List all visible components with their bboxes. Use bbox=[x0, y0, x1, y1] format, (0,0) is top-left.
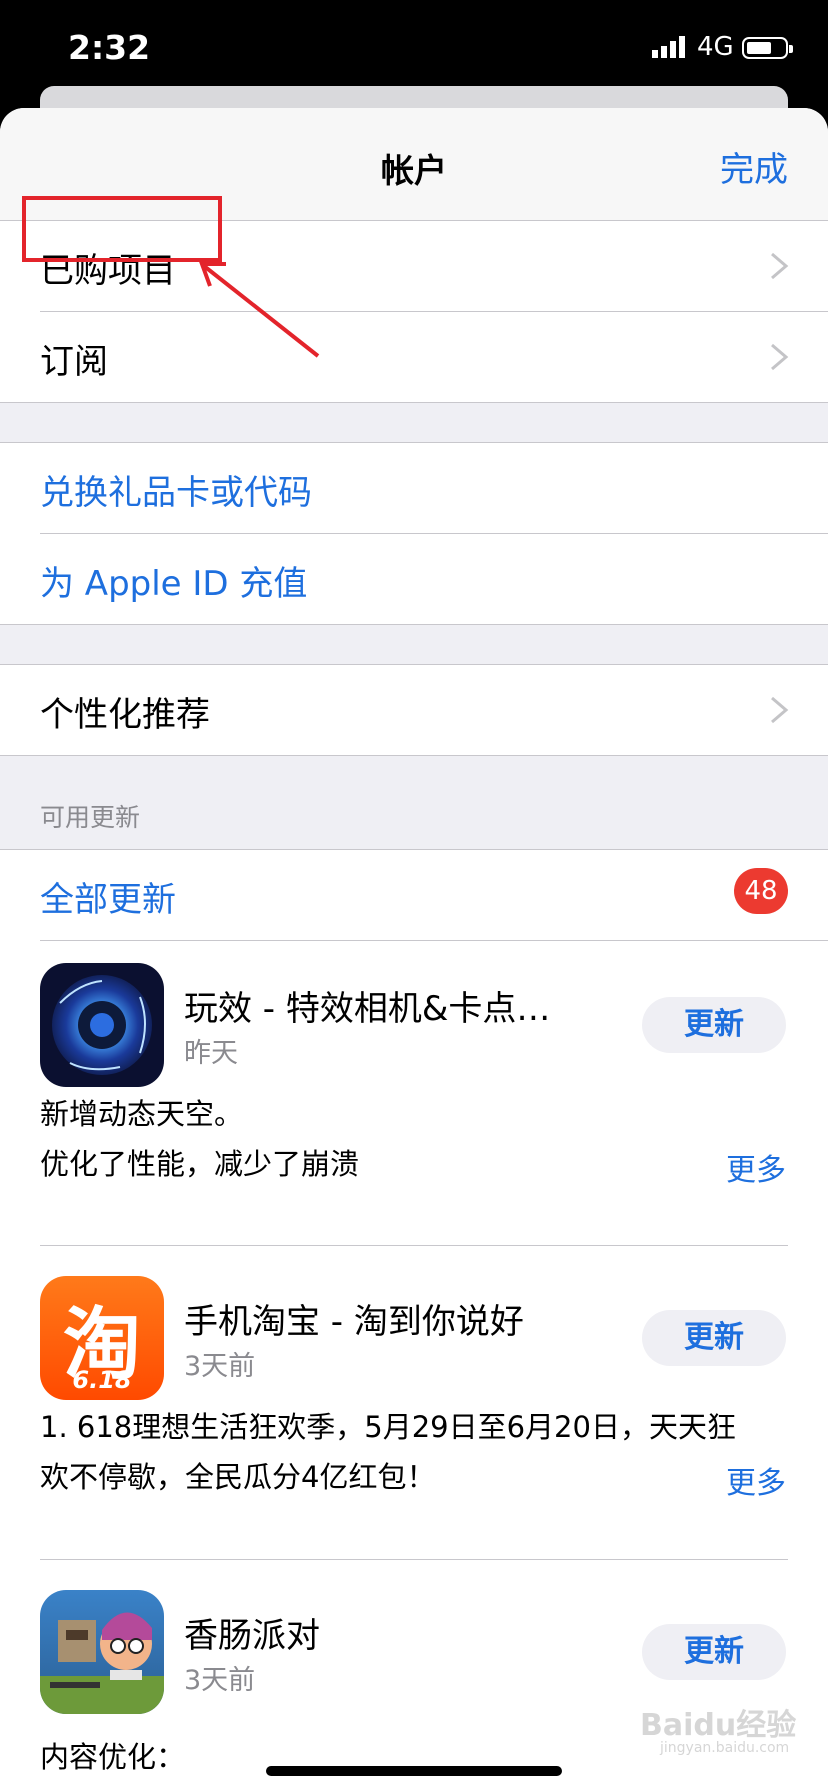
status-time: 2:32 bbox=[68, 28, 151, 67]
account-sheet: 帐户 完成 已购项目 订阅 兑换礼品卡或代码 为 Apple ID 充值 个性化… bbox=[0, 108, 828, 1792]
app-update-button[interactable]: 更新 bbox=[642, 997, 786, 1053]
status-bar: 2:32 4G bbox=[0, 0, 828, 100]
chevron-right-icon bbox=[771, 252, 789, 280]
section-gap bbox=[0, 625, 828, 664]
signal-icon bbox=[652, 36, 685, 58]
battery-icon bbox=[742, 37, 793, 59]
section-header-updates: 可用更新 bbox=[40, 803, 141, 832]
divider bbox=[40, 1245, 788, 1246]
icon-caption: 6.18 bbox=[72, 1366, 132, 1394]
app-update-button[interactable]: 更新 bbox=[642, 1310, 786, 1366]
more-link[interactable]: 更多 bbox=[726, 1458, 786, 1502]
update-all-row[interactable]: 全部更新 48 bbox=[0, 850, 828, 940]
section-gap bbox=[0, 403, 828, 442]
divider bbox=[40, 1559, 788, 1560]
watermark-url: jingyan.baidu.com bbox=[660, 1740, 790, 1756]
network-type: 4G bbox=[697, 32, 734, 62]
app-icon-taobao[interactable]: 淘 6.18 bbox=[40, 1276, 164, 1400]
update-count-badge: 48 bbox=[734, 868, 788, 914]
app-name: 玩效 - 特效相机&卡点视… bbox=[184, 989, 584, 1029]
chevron-right-icon bbox=[771, 696, 789, 724]
update-all-button[interactable]: 全部更新 bbox=[40, 872, 176, 921]
menu-item-add-funds[interactable]: 为 Apple ID 充值 bbox=[0, 534, 828, 624]
menu-item-subscriptions[interactable]: 订阅 bbox=[0, 312, 828, 402]
annotation-arrow-icon bbox=[199, 262, 320, 358]
menu-item-label: 个性化推荐 bbox=[40, 695, 210, 735]
menu-item-label: 为 Apple ID 充值 bbox=[40, 564, 308, 604]
app-icon-wanxiao[interactable] bbox=[40, 963, 164, 1087]
highlight-box bbox=[22, 196, 222, 262]
watermark-logo: Baidu经验 bbox=[640, 1708, 797, 1743]
done-button[interactable]: 完成 bbox=[720, 142, 788, 191]
chevron-right-icon bbox=[771, 343, 789, 371]
release-note-line: 1. 618理想生活狂欢季，5月29日至6月20日，天天狂 bbox=[40, 1410, 736, 1444]
release-note-line: 优化了性能，减少了崩溃 bbox=[40, 1147, 360, 1181]
release-note-line: 欢不停歇，全民瓜分4亿红包！ bbox=[40, 1460, 436, 1494]
app-date: 3天前 bbox=[184, 1665, 256, 1696]
app-name: 香肠派对 bbox=[184, 1616, 320, 1656]
app-update-button[interactable]: 更新 bbox=[642, 1624, 786, 1680]
menu-item-label: 兑换礼品卡或代码 bbox=[40, 473, 312, 513]
app-name: 手机淘宝 - 淘到你说好 bbox=[184, 1302, 524, 1342]
more-link[interactable]: 更多 bbox=[726, 1145, 786, 1189]
app-date: 昨天 bbox=[184, 1038, 238, 1069]
divider bbox=[40, 940, 828, 941]
menu-item-personalized[interactable]: 个性化推荐 bbox=[0, 665, 828, 755]
home-indicator[interactable] bbox=[266, 1766, 562, 1776]
release-note-line: 新增动态天空。 bbox=[40, 1097, 244, 1131]
app-date: 3天前 bbox=[184, 1351, 256, 1382]
page-title: 帐户 bbox=[381, 151, 447, 190]
app-icon-sausage-party[interactable] bbox=[40, 1590, 164, 1714]
menu-item-label: 订阅 bbox=[40, 342, 108, 382]
menu-item-redeem[interactable]: 兑换礼品卡或代码 bbox=[0, 443, 828, 533]
